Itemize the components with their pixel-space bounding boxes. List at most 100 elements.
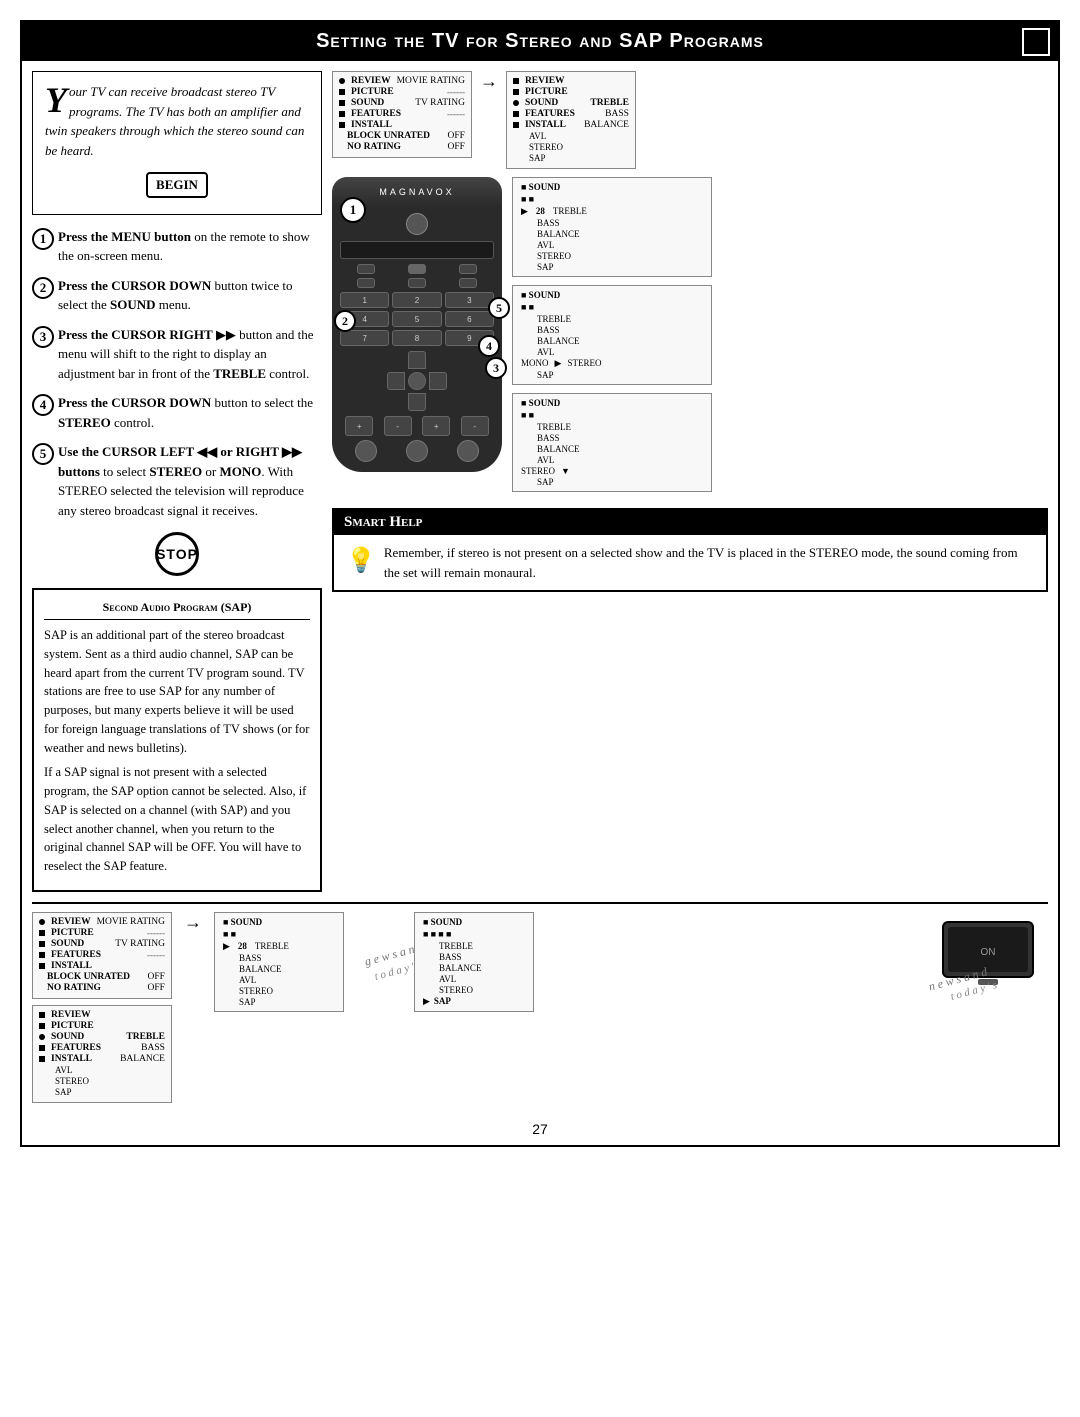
sound-submenu-treble: ■ SOUND ■ ■ ▶ 28 TREBLE BASS BALANCE AVL… [512, 177, 712, 277]
intro-text: Your TV can receive broadcast stereo TV … [45, 82, 309, 160]
bottom-sound-panel-treble: ■ SOUND ■ ■ ▶ 28 TREBLE BASS BALANCE AVL… [214, 912, 344, 1012]
step-4-bold: Press the CURSOR DOWN [58, 395, 211, 410]
step-5: 5 Use the CURSOR LEFT ◀◀ or RIGHT ▶▶ but… [32, 442, 322, 520]
smart-help-box: Smart Help 💡 Remember, if stereo is not … [332, 508, 1048, 592]
sq-mp2-install [513, 122, 519, 128]
step-4-stereo: STEREO [58, 415, 111, 430]
remote-num-6[interactable]: 6 [445, 311, 494, 327]
remote-display [340, 241, 494, 259]
remote-dpad [387, 351, 447, 411]
bottom-menu-panel-1: REVIEW MOVIE RATING PICTURE ------ SOUND… [32, 912, 172, 999]
steps-area: 1 Press the MENU button on the remote to… [32, 227, 322, 521]
news-text-area: g e w s a n d t o d a y ' s ON ■ SOUND ■… [354, 912, 1048, 992]
dpad-left[interactable] [387, 372, 405, 390]
dot-mp2-sound [513, 100, 519, 106]
dpad-center[interactable] [408, 372, 426, 390]
remote-sleep-btn[interactable] [357, 264, 375, 274]
menu-row-sound: SOUND TV RATING [339, 98, 465, 108]
step-5-content: Use the CURSOR LEFT ◀◀ or RIGHT ▶▶ butto… [58, 442, 322, 520]
remote-area: 1 MAGNAVOX [332, 177, 502, 472]
remote-power-button[interactable] [406, 213, 428, 235]
left-column: Your TV can receive broadcast stereo TV … [32, 71, 322, 892]
step-2-content: Press the CURSOR DOWN button twice to se… [58, 276, 322, 315]
remote-btn-4[interactable] [357, 278, 375, 288]
remote-panels-row: 1 MAGNAVOX [332, 177, 1048, 492]
dpad-right[interactable] [429, 372, 447, 390]
page-number-text: 27 [532, 1121, 548, 1137]
menu-row-install: INSTALL [339, 120, 465, 130]
bottom-menu-panel-2: REVIEW PICTURE SOUND TREBLE FEATURES BAS… [32, 1005, 172, 1103]
mp2-stereo: STEREO [513, 142, 629, 152]
remote-vol-minus[interactable]: - [384, 416, 412, 436]
remote-circle-3[interactable] [457, 440, 479, 462]
step-2-bold: Press the CURSOR DOWN [58, 278, 211, 293]
mp2-sap: SAP [513, 153, 629, 163]
menu-panel-1: REVIEW MOVIE RATING PICTURE ------ SOUND… [332, 71, 472, 158]
page-number: 27 [22, 1113, 1058, 1145]
sound-submenu-stereo: ■ SOUND ■ ■ TREBLE BASS BALANCE AVL STER… [512, 393, 712, 492]
sap-title: Second Audio Program (SAP) [44, 598, 310, 620]
menu-row-block: BLOCK UNRATED OFF [339, 131, 465, 141]
dot-review [339, 78, 345, 84]
step-3: 3 Press the CURSOR RIGHT ▶▶ button and t… [32, 325, 322, 384]
begin-badge: BEGIN [146, 172, 208, 198]
center-right: REVIEW MOVIE RATING PICTURE ------ SOUND… [332, 71, 1048, 892]
dpad-down[interactable] [408, 393, 426, 411]
remote-menu-btn[interactable] [408, 264, 426, 274]
sq-mp2-features [513, 111, 519, 117]
sq-install [339, 122, 345, 128]
step-bubble-5: 5 [488, 297, 510, 319]
step-2: 2 Press the CURSOR DOWN button twice to … [32, 276, 322, 315]
remote-cursor-area [340, 351, 494, 411]
intro-body: our TV can receive broadcast stereo TV p… [45, 84, 304, 158]
menu-row-norating: NO RATING OFF [339, 142, 465, 152]
menu-panel-2: REVIEW PICTURE SOUND TREBLE FEATURES [506, 71, 636, 169]
step-1: 1 Press the MENU button on the remote to… [32, 227, 322, 266]
remote-circle-2[interactable] [406, 440, 428, 462]
remote-vol-plus[interactable]: + [345, 416, 373, 436]
page-title: Setting the TV for Stereo and SAP Progra… [316, 30, 764, 52]
menu-row-picture: PICTURE ------ [339, 87, 465, 97]
mp2-picture: PICTURE [513, 87, 629, 97]
remote-btn-3[interactable] [459, 264, 477, 274]
mp2-sound: SOUND TREBLE [513, 98, 629, 108]
remote-num-2[interactable]: 2 [392, 292, 441, 308]
step-1-number: 1 [32, 228, 54, 250]
remote-num-5[interactable]: 5 [392, 311, 441, 327]
lightbulb-icon: 💡 [346, 543, 376, 579]
remote-ch-plus[interactable]: + [422, 416, 450, 436]
sq-mp2-picture [513, 89, 519, 95]
remote-circle-1[interactable] [355, 440, 377, 462]
bottom-sound-panel-sap: ■ SOUND ■ ■ ■ ■ TREBLE BASS BALANCE AVL … [414, 912, 534, 1012]
sap-para-2: If a SAP signal is not present with a se… [44, 763, 310, 876]
step-4-content: Press the CURSOR DOWN button to select t… [58, 393, 322, 432]
remote-num-3[interactable]: 3 [445, 292, 494, 308]
step-3-number: 3 [32, 326, 54, 348]
smart-help-title: Smart Help [334, 510, 1046, 535]
dpad-up[interactable] [408, 351, 426, 369]
step-bubble-4: 4 [478, 335, 500, 357]
mp2-features: FEATURES BASS [513, 109, 629, 119]
svg-text:ON: ON [981, 947, 996, 958]
step-3-bold: Press the CURSOR RIGHT [58, 327, 213, 342]
remote-mid-buttons [340, 278, 494, 288]
sound-submenu-mono: ■ SOUND ■ ■ TREBLE BASS BALANCE AVL MONO… [512, 285, 712, 385]
arrow-1: → [478, 71, 500, 92]
drop-cap: Y [45, 82, 67, 118]
sq-features [339, 111, 345, 117]
remote-btn-5[interactable] [408, 278, 426, 288]
step-3-content: Press the CURSOR RIGHT ▶▶ button and the… [58, 325, 322, 384]
smart-help-text: Remember, if stereo is not present on a … [384, 543, 1034, 582]
sap-text: SAP is an additional part of the stereo … [44, 626, 310, 876]
sq-mp2-review [513, 78, 519, 84]
remote-btn-6[interactable] [459, 278, 477, 288]
remote-ch-minus[interactable]: - [461, 416, 489, 436]
bottom-middle: → ■ SOUND ■ ■ ▶ 28 TREBLE BASS BALANCE A… [182, 912, 1048, 1012]
sq-picture [339, 89, 345, 95]
stop-badge-area: STOP [32, 532, 322, 576]
menu-row-review: REVIEW MOVIE RATING [339, 76, 465, 86]
mp2-install: INSTALL BALANCE [513, 120, 629, 130]
remote-num-7[interactable]: 7 [340, 330, 389, 346]
remote-num-8[interactable]: 8 [392, 330, 441, 346]
remote-num-1[interactable]: 1 [340, 292, 389, 308]
